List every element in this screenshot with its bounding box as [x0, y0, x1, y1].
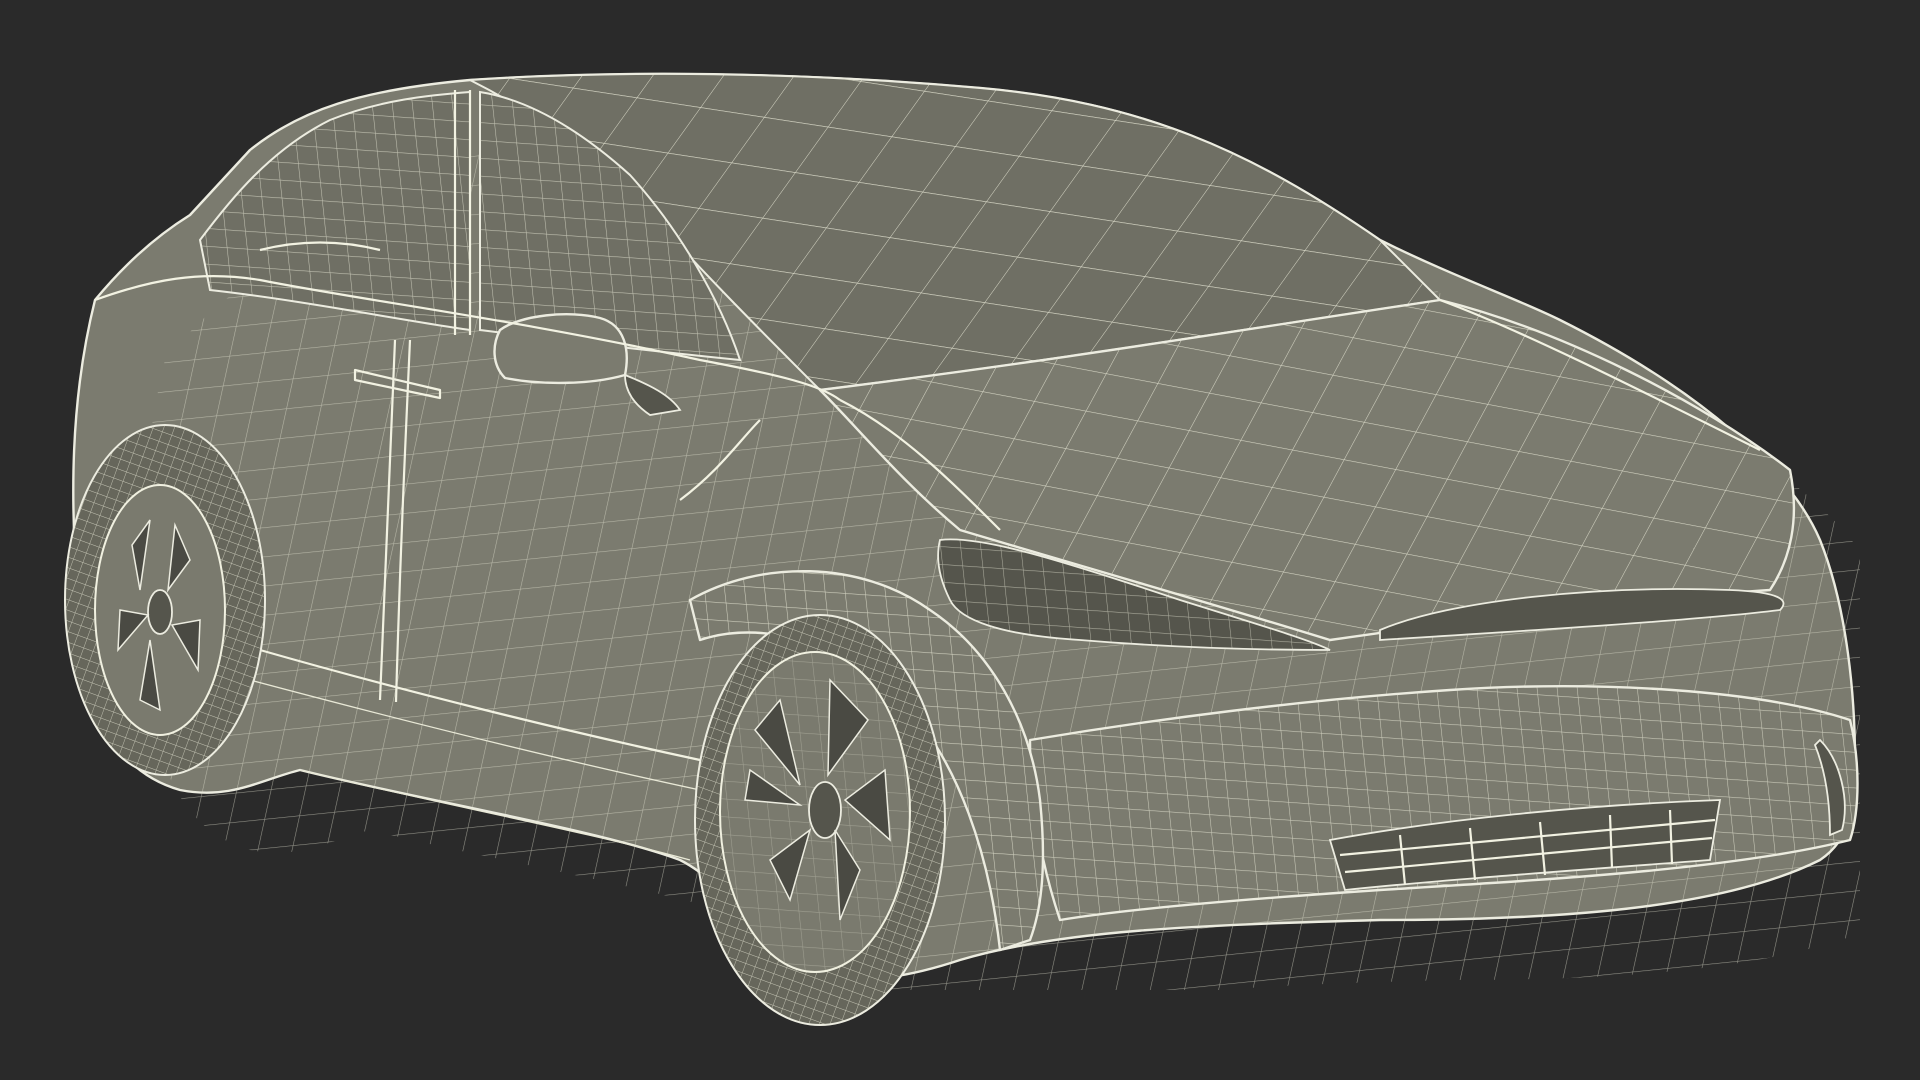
front-wheel: [694, 614, 946, 1026]
render-viewport: [0, 0, 1920, 1080]
car-wireframe-render: [64, 0, 1920, 1026]
rear-wheel: [64, 424, 266, 776]
